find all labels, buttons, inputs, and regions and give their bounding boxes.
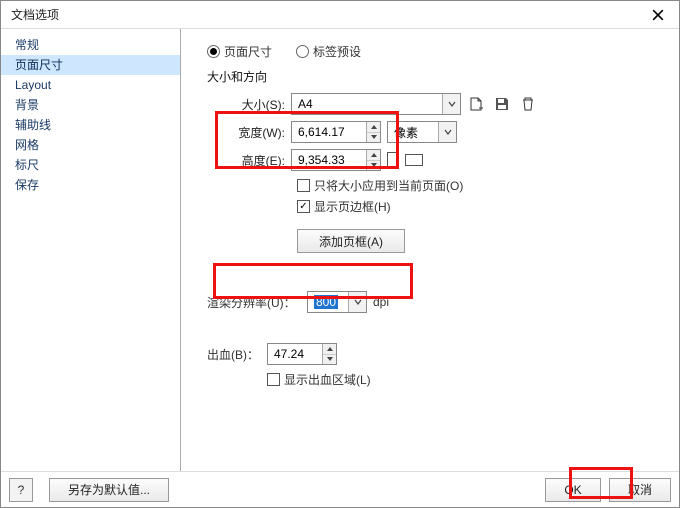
apply-current-checkbox[interactable]: 只将大小应用到当前页面(O) — [297, 177, 463, 194]
size-label: 大小(S): — [233, 96, 291, 113]
render-res-label: 渲染分辨率(U)： — [207, 294, 307, 311]
checkbox-text: 显示页边框(H) — [314, 198, 391, 215]
size-orientation-heading: 大小和方向 — [207, 68, 663, 85]
spinner-buttons[interactable] — [366, 122, 380, 142]
delete-preset-button[interactable] — [517, 93, 539, 115]
help-button[interactable]: ? — [9, 478, 33, 502]
page-add-button[interactable] — [465, 93, 487, 115]
cancel-button[interactable]: 取消 — [609, 478, 671, 502]
spinner-buttons[interactable] — [366, 150, 380, 170]
sidebar-item-label: 标尺 — [15, 158, 39, 172]
size-combo[interactable]: A4 — [291, 93, 461, 115]
sidebar-item-background[interactable]: 背景 — [1, 95, 180, 115]
checkbox-text: 只将大小应用到当前页面(O) — [314, 177, 463, 194]
button-label: 另存为默认值... — [68, 481, 150, 498]
sidebar-item-ruler[interactable]: 标尺 — [1, 155, 180, 175]
page-add-icon — [468, 96, 484, 112]
width-spinner[interactable]: 6,614.17 — [291, 121, 381, 143]
show-border-checkbox[interactable]: 显示页边框(H) — [297, 198, 391, 215]
trash-icon — [520, 96, 536, 112]
height-label: 高度(E): — [233, 152, 291, 169]
sidebar-item-label: Layout — [15, 78, 51, 92]
dialog-title: 文档选项 — [11, 6, 59, 23]
spinner-buttons[interactable] — [322, 344, 336, 364]
save-defaults-button[interactable]: 另存为默认值... — [49, 478, 169, 502]
sidebar-item-grid[interactable]: 网格 — [1, 135, 180, 155]
sidebar-item-general[interactable]: 常规 — [1, 35, 180, 55]
sidebar-item-layout[interactable]: Layout — [1, 75, 180, 95]
width-label: 宽度(W): — [233, 124, 291, 141]
radio-icon — [296, 45, 309, 58]
content-panel: 页面尺寸 标签预设 大小和方向 大小(S): A4 — [181, 29, 679, 471]
sidebar-item-label: 常规 — [15, 38, 39, 52]
chevron-down-icon — [348, 292, 366, 312]
radio-text: 页面尺寸 — [224, 43, 272, 60]
unit-value: 像素 — [388, 124, 438, 141]
chevron-down-icon — [442, 94, 460, 114]
close-button[interactable] — [645, 5, 671, 25]
bleed-value: 47.24 — [268, 347, 322, 361]
sidebar-item-label: 辅助线 — [15, 118, 51, 132]
radio-icon — [207, 45, 220, 58]
checkbox-icon — [267, 373, 280, 386]
sidebar-item-save[interactable]: 保存 — [1, 175, 180, 195]
render-res-value: 800 — [308, 295, 348, 309]
bleed-spinner[interactable]: 47.24 — [267, 343, 337, 365]
height-spinner[interactable]: 9,354.33 — [291, 149, 381, 171]
ok-button[interactable]: OK — [545, 478, 601, 502]
show-bleed-checkbox[interactable]: 显示出血区域(L) — [267, 371, 371, 388]
help-label: ? — [18, 483, 25, 497]
sidebar-item-page-size[interactable]: 页面尺寸 — [1, 55, 180, 75]
checkbox-icon — [297, 200, 310, 213]
width-value: 6,614.17 — [292, 125, 366, 139]
button-label: 取消 — [628, 481, 652, 498]
sidebar: 常规 页面尺寸 Layout 背景 辅助线 网格 标尺 保存 — [1, 29, 181, 471]
close-icon — [652, 9, 664, 21]
sidebar-item-guides[interactable]: 辅助线 — [1, 115, 180, 135]
save-preset-button[interactable] — [491, 93, 513, 115]
bleed-label: 出血(B)： — [207, 346, 267, 363]
radio-page-size[interactable]: 页面尺寸 — [207, 43, 272, 60]
orientation-portrait[interactable] — [387, 152, 399, 168]
checkbox-text: 显示出血区域(L) — [284, 371, 371, 388]
orientation-landscape[interactable] — [405, 154, 423, 166]
sidebar-item-label: 网格 — [15, 138, 39, 152]
radio-label-preset[interactable]: 标签预设 — [296, 43, 361, 60]
checkbox-icon — [297, 179, 310, 192]
button-label: OK — [564, 483, 581, 497]
add-frame-button[interactable]: 添加页框(A) — [297, 229, 405, 253]
save-icon — [494, 96, 510, 112]
sidebar-item-label: 保存 — [15, 178, 39, 192]
sidebar-item-label: 页面尺寸 — [15, 58, 63, 72]
chevron-down-icon — [438, 122, 456, 142]
footer: ? 另存为默认值... OK 取消 — [1, 471, 679, 507]
sidebar-item-label: 背景 — [15, 98, 39, 112]
radio-text: 标签预设 — [313, 43, 361, 60]
height-value: 9,354.33 — [292, 153, 366, 167]
button-label: 添加页框(A) — [319, 233, 383, 250]
render-res-combo[interactable]: 800 — [307, 291, 367, 313]
unit-combo[interactable]: 像素 — [387, 121, 457, 143]
render-res-unit: dpi — [373, 295, 389, 309]
size-value: A4 — [292, 97, 442, 111]
